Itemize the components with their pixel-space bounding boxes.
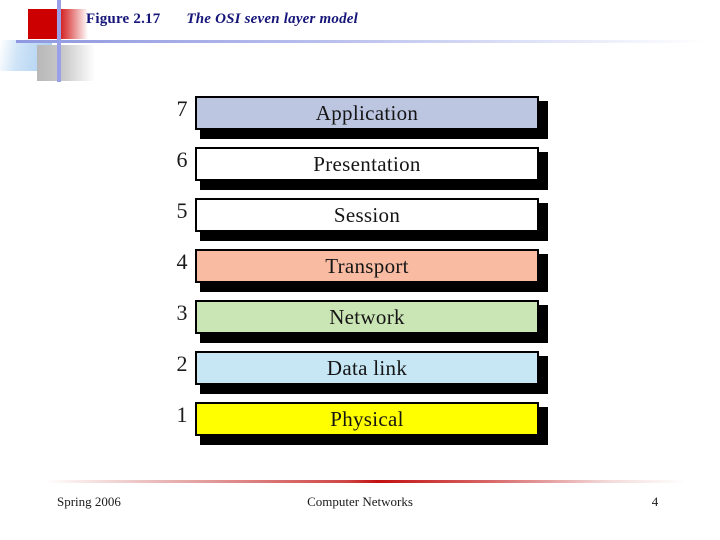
layer-label: Presentation xyxy=(313,151,421,176)
footer-page-number: 4 xyxy=(651,494,659,509)
layer-number: 1 xyxy=(176,402,188,427)
layer-number: 5 xyxy=(176,198,188,223)
layer-box[interactable]: Application xyxy=(195,96,539,130)
layer-box[interactable]: Session xyxy=(195,198,539,232)
blue-horizontal-rule xyxy=(16,40,706,43)
osi-layer-row: 4 Transport xyxy=(165,243,565,294)
layer-number: 6 xyxy=(176,147,188,172)
layer-label: Transport xyxy=(325,253,409,278)
layer-number: 4 xyxy=(176,249,188,274)
osi-layer-row: 6 Presentation xyxy=(165,141,565,192)
layer-box[interactable]: Data link xyxy=(195,351,539,385)
layer-number: 2 xyxy=(176,351,188,376)
red-square xyxy=(28,9,56,39)
layer-box[interactable]: Presentation xyxy=(195,147,539,181)
layer-label: Application xyxy=(315,100,419,125)
layer-label: Network xyxy=(329,304,405,329)
footer-divider xyxy=(45,480,685,483)
osi-layer-row: 1 Physical xyxy=(165,396,565,447)
layer-box[interactable]: Network xyxy=(195,300,539,334)
osi-layer-stack: 7 Application 6 Presentation 5 Session 4 Transp… xyxy=(165,90,565,447)
figure-caption: The OSI seven layer model xyxy=(186,11,359,27)
gray-gradient-square xyxy=(37,45,95,81)
osi-layer-row: 2 Data link xyxy=(165,345,565,396)
layer-label: Data link xyxy=(326,355,408,380)
layer-box[interactable]: Physical xyxy=(195,402,539,436)
layer-label: Session xyxy=(333,202,401,227)
slide-footer: Spring 2006 Computer Networks 4 xyxy=(0,494,720,516)
layer-box[interactable]: Transport xyxy=(195,249,539,283)
layer-number: 7 xyxy=(176,96,188,121)
blue-vertical-rule xyxy=(57,0,61,82)
page-title: Figure 2.17 The OSI seven layer model xyxy=(86,11,358,28)
layer-number: 3 xyxy=(176,300,188,325)
osi-layer-row: 5 Session xyxy=(165,192,565,243)
footer-course-title: Computer Networks xyxy=(307,494,413,509)
layer-label: Physical xyxy=(330,406,404,431)
figure-label: Figure 2.17 xyxy=(86,11,161,27)
osi-layer-row: 3 Network xyxy=(165,294,565,345)
osi-layer-row: 7 Application xyxy=(165,90,565,141)
